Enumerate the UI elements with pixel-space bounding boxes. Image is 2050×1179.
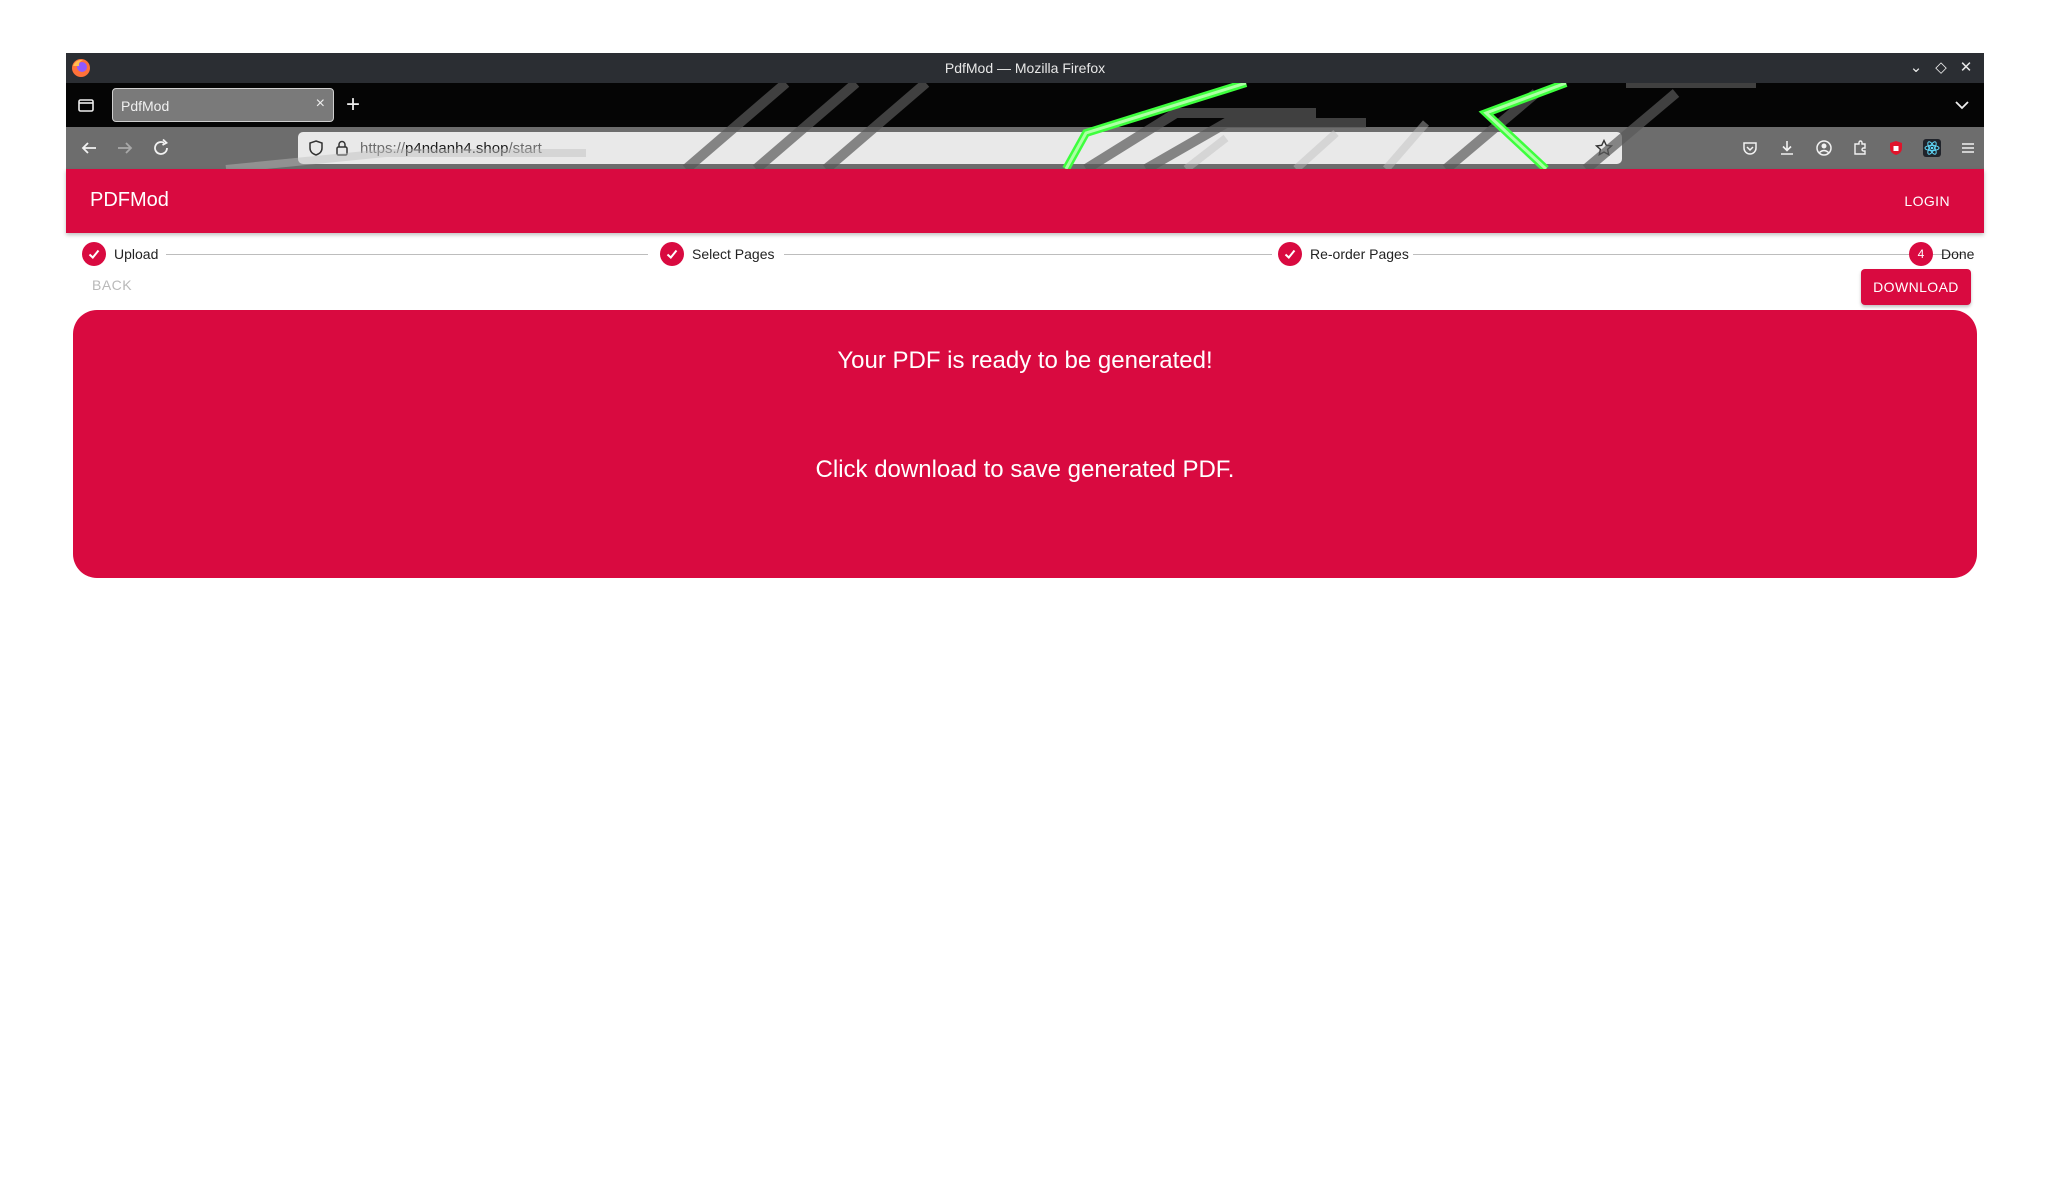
back-button[interactable]: BACK <box>92 277 132 293</box>
extensions-icon[interactable] <box>1850 138 1870 158</box>
reload-icon[interactable] <box>150 137 172 159</box>
maximize-icon[interactable]: ◇ <box>1931 58 1951 78</box>
list-all-tabs-icon[interactable] <box>1952 95 1972 115</box>
step-label: Re-order Pages <box>1310 246 1409 262</box>
check-icon <box>1278 242 1302 266</box>
react-devtools-icon[interactable] <box>1922 138 1942 158</box>
app-brand[interactable]: PDFMod <box>90 189 169 212</box>
step-label: Select Pages <box>692 246 775 262</box>
url-path: /start <box>508 140 542 157</box>
url-text[interactable]: https://p4ndanh4.shop/start <box>360 140 542 157</box>
step-label: Upload <box>114 246 159 262</box>
account-icon[interactable] <box>1814 138 1834 158</box>
download-instruction: Click download to save generated PDF. <box>815 456 1235 483</box>
url-host: p4ndanh4.shop <box>405 140 509 157</box>
step-label: Done <box>1941 246 1975 262</box>
step-connector <box>784 254 1272 255</box>
step-number: 4 <box>1909 242 1933 266</box>
tab-strip: PdfMod × + <box>66 83 1984 127</box>
close-window-icon[interactable]: ✕ <box>1956 58 1976 78</box>
step-select-pages[interactable]: Select Pages <box>660 241 775 267</box>
minimize-icon[interactable]: ⌄ <box>1906 58 1926 78</box>
check-icon <box>660 242 684 266</box>
tab-pdfmod[interactable]: PdfMod × <box>112 88 334 122</box>
download-button[interactable]: DOWNLOAD <box>1861 269 1971 305</box>
navigation-toolbar: https://p4ndanh4.shop/start <box>66 127 1984 169</box>
ublock-shield-icon[interactable] <box>1886 138 1906 158</box>
browser-window: PdfMod — Mozilla Firefox ⌄ ◇ ✕ PdfMod × … <box>66 53 1984 579</box>
step-connector <box>166 254 648 255</box>
step-upload[interactable]: Upload <box>82 241 158 267</box>
new-tab-icon[interactable]: + <box>346 91 360 119</box>
app-header: PDFMod LOGIN <box>66 169 1984 233</box>
pocket-icon[interactable] <box>1740 138 1760 158</box>
back-arrow-icon[interactable] <box>78 137 100 159</box>
tab-label: PdfMod <box>121 98 170 114</box>
title-bar: PdfMod — Mozilla Firefox ⌄ ◇ ✕ <box>66 53 1984 83</box>
step-reorder-pages[interactable]: Re-order Pages <box>1278 241 1409 267</box>
window-title: PdfMod — Mozilla Firefox <box>944 60 1106 76</box>
stepper: Upload Select Pages Re-order Pages 4 Don… <box>66 233 1984 269</box>
step-connector <box>1413 254 1965 255</box>
result-panel: Your PDF is ready to be generated! Click… <box>73 310 1977 578</box>
shield-icon[interactable] <box>306 138 326 158</box>
tab-list-icon[interactable] <box>76 95 96 115</box>
address-bar[interactable]: https://p4ndanh4.shop/start <box>298 132 1622 164</box>
downloads-icon[interactable] <box>1777 138 1797 158</box>
lock-icon[interactable] <box>332 138 352 158</box>
step-done[interactable]: 4 Done <box>1909 241 1974 267</box>
forward-arrow-icon[interactable] <box>114 137 136 159</box>
check-icon <box>82 242 106 266</box>
ready-message: Your PDF is ready to be generated! <box>837 347 1213 374</box>
menu-hamburger-icon[interactable] <box>1958 138 1978 158</box>
login-button[interactable]: LOGIN <box>1904 193 1950 209</box>
tab-close-icon[interactable]: × <box>316 95 325 113</box>
url-scheme: https:// <box>360 140 406 157</box>
bookmark-star-icon[interactable] <box>1594 138 1614 158</box>
